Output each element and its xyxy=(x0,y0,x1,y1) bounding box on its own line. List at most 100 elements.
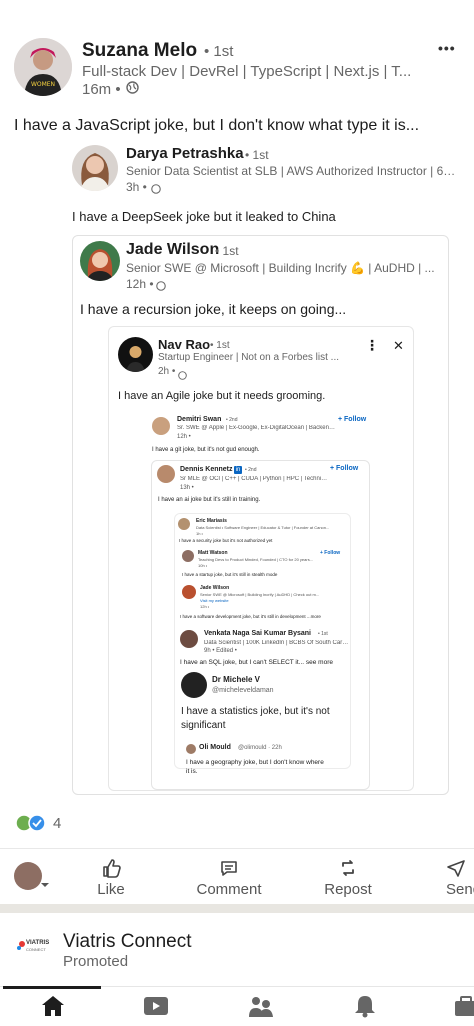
demitri-follow-button[interactable]: + Follow xyxy=(338,416,366,423)
quote1-text: I have a DeepSeek joke but it leaked to … xyxy=(72,209,336,224)
quote3-time: 2h • xyxy=(158,366,176,377)
avatar-jade-small[interactable] xyxy=(182,585,196,599)
avatar-suzana[interactable]: WOMEN xyxy=(14,38,72,96)
avatar-nav[interactable] xyxy=(118,337,153,372)
michele-handle: @micheleveldaman xyxy=(212,687,274,694)
reaction-icons[interactable] xyxy=(15,814,49,832)
quote2-headline: Senior SWE @ Microsoft | Building Incrif… xyxy=(126,261,435,275)
michele-name[interactable]: Dr Michele V xyxy=(212,675,260,684)
linkedin-badge-icon: in xyxy=(234,466,242,474)
avatar-dennis[interactable] xyxy=(157,465,175,483)
avatar-nav-photo xyxy=(118,337,153,372)
eric-time: 1h • xyxy=(196,531,203,536)
quote1-headline: Senior Data Scientist at SLB | AWS Autho… xyxy=(126,164,456,178)
home-icon[interactable] xyxy=(40,994,66,1023)
like-button[interactable]: Like xyxy=(91,858,131,898)
repost-label: Repost xyxy=(324,881,372,898)
dennis-text: I have an ai joke but it's still in trai… xyxy=(158,497,261,503)
matt-text: I have a startup joke, but it's still in… xyxy=(182,572,278,577)
quote2-time: 12h • xyxy=(126,277,154,291)
send-label: Send xyxy=(446,881,474,898)
venkata-text: I have an SQL joke, but I can't SELECT i… xyxy=(180,659,333,666)
comment-icon xyxy=(221,861,237,876)
venkata-time: 9h • Edited • xyxy=(204,648,237,654)
quote3-author[interactable]: Nav Rao xyxy=(158,337,210,352)
avatar-eric[interactable] xyxy=(178,518,190,530)
promo-brand[interactable]: Viatris Connect xyxy=(63,931,192,953)
jade2-name[interactable]: Jade Wilson xyxy=(200,585,229,591)
viatris-logo-text: VIATRIS xyxy=(26,940,50,946)
demitri-time: 12h • xyxy=(177,434,191,440)
venkata-name[interactable]: Venkata Naga Sai Kumar Bysani xyxy=(204,630,311,637)
avatar-matt[interactable] xyxy=(182,550,194,562)
repost-icon xyxy=(342,860,354,876)
quote2-text: I have a recursion joke, it keeps on goi… xyxy=(80,301,347,317)
avatar-oli[interactable] xyxy=(186,744,196,754)
notifications-icon[interactable] xyxy=(352,994,378,1023)
reaction-count[interactable]: 4 xyxy=(53,815,61,832)
oli-name[interactable]: Oli Mould xyxy=(199,744,231,751)
quote1-degree: • 1st xyxy=(245,148,269,162)
demitri-name[interactable]: Demitri Swan xyxy=(177,416,221,423)
matt-name[interactable]: Matt Watson xyxy=(198,550,228,556)
jade2-headline: Senior SWE @ Microsoft | Building Incrif… xyxy=(200,592,320,597)
bottom-nav xyxy=(0,986,474,1026)
avatar-suzana-photo: WOMEN xyxy=(14,38,72,96)
repost-button[interactable]: Repost xyxy=(320,858,376,898)
avatar-jade[interactable] xyxy=(80,241,120,281)
post-author-headline: Full-stack Dev | DevRel | TypeScript | N… xyxy=(82,63,412,80)
dennis-follow-button[interactable]: + Follow xyxy=(330,465,358,472)
matt-headline: Teaching Devs to Product Minded, Founded… xyxy=(198,557,314,562)
comment-button[interactable]: Comment xyxy=(194,858,264,898)
post-author-name[interactable]: Suzana Melo xyxy=(82,40,197,62)
promo-label: Promoted xyxy=(63,953,129,970)
viatris-logo[interactable]: VIATRIS CONNECT xyxy=(14,934,54,958)
more-options-button[interactable]: ••• xyxy=(438,40,456,56)
avatar-venkata[interactable] xyxy=(180,630,198,648)
dennis-name[interactable]: Dennis Kennetz xyxy=(180,466,233,473)
demitri-text: I have a git joke, but it's not gud enou… xyxy=(152,447,260,453)
globe-icon xyxy=(178,367,187,385)
matt-time: 10h • xyxy=(198,563,208,568)
celebrate-icon xyxy=(15,814,46,832)
globe-icon xyxy=(126,81,139,99)
eric-headline: Data Scientist • Software Engineer | Edu… xyxy=(196,525,330,530)
avatar-jade-photo xyxy=(80,241,120,281)
quote2-author[interactable]: Jade Wilson xyxy=(126,241,219,259)
post-time: 16m • xyxy=(82,81,121,98)
avatar-michele[interactable] xyxy=(181,672,207,698)
oli-handle: @olimould · 22h xyxy=(238,745,282,751)
comment-label: Comment xyxy=(196,881,262,898)
quote3-menu-button[interactable]: ⋮ xyxy=(365,337,379,354)
jade2-website-link[interactable]: Visit my website xyxy=(200,598,229,603)
post-author-degree: • 1st xyxy=(204,43,234,60)
svg-text:WOMEN: WOMEN xyxy=(31,81,55,88)
eric-name[interactable]: Eric Mariasis xyxy=(196,518,227,524)
quote3-degree: • 1st xyxy=(210,340,230,351)
quote3-text: I have an Agile joke but it needs groomi… xyxy=(118,390,326,402)
globe-icon xyxy=(151,181,161,199)
chevron-down-icon[interactable] xyxy=(40,877,50,887)
quote3-close-button[interactable]: ✕ xyxy=(393,338,404,354)
dennis-degree: • 2nd xyxy=(245,467,257,473)
send-button[interactable]: Send xyxy=(446,858,474,898)
send-icon xyxy=(447,860,465,877)
avatar-darya[interactable] xyxy=(72,145,118,191)
viewer-avatar[interactable] xyxy=(14,862,42,890)
quote1-author[interactable]: Darya Petrashka xyxy=(126,145,244,162)
thumbs-up-icon xyxy=(103,859,121,878)
demitri-headline: Sr. SWE @ Apple | Ex-Google, Ex-DigitalO… xyxy=(177,425,337,431)
avatar-demitri[interactable] xyxy=(152,417,170,435)
viatris-logo-sub: CONNECT xyxy=(26,947,46,952)
post-text: I have a JavaScript joke, but I don't kn… xyxy=(14,117,420,134)
video-icon[interactable] xyxy=(143,996,169,1021)
like-label: Like xyxy=(97,881,125,898)
jobs-icon[interactable] xyxy=(455,995,474,1022)
nav-active-indicator xyxy=(3,986,101,989)
network-icon[interactable] xyxy=(248,995,274,1024)
avatar-darya-photo xyxy=(72,145,118,191)
matt-follow-button[interactable]: + Follow xyxy=(320,550,340,556)
quote1-time: 3h • xyxy=(126,180,147,194)
eric-text: I have a security joke but it's not auth… xyxy=(179,538,273,543)
venkata-headline: Data Scientist | 100K LinkedIn | BCBS Of… xyxy=(204,640,349,646)
